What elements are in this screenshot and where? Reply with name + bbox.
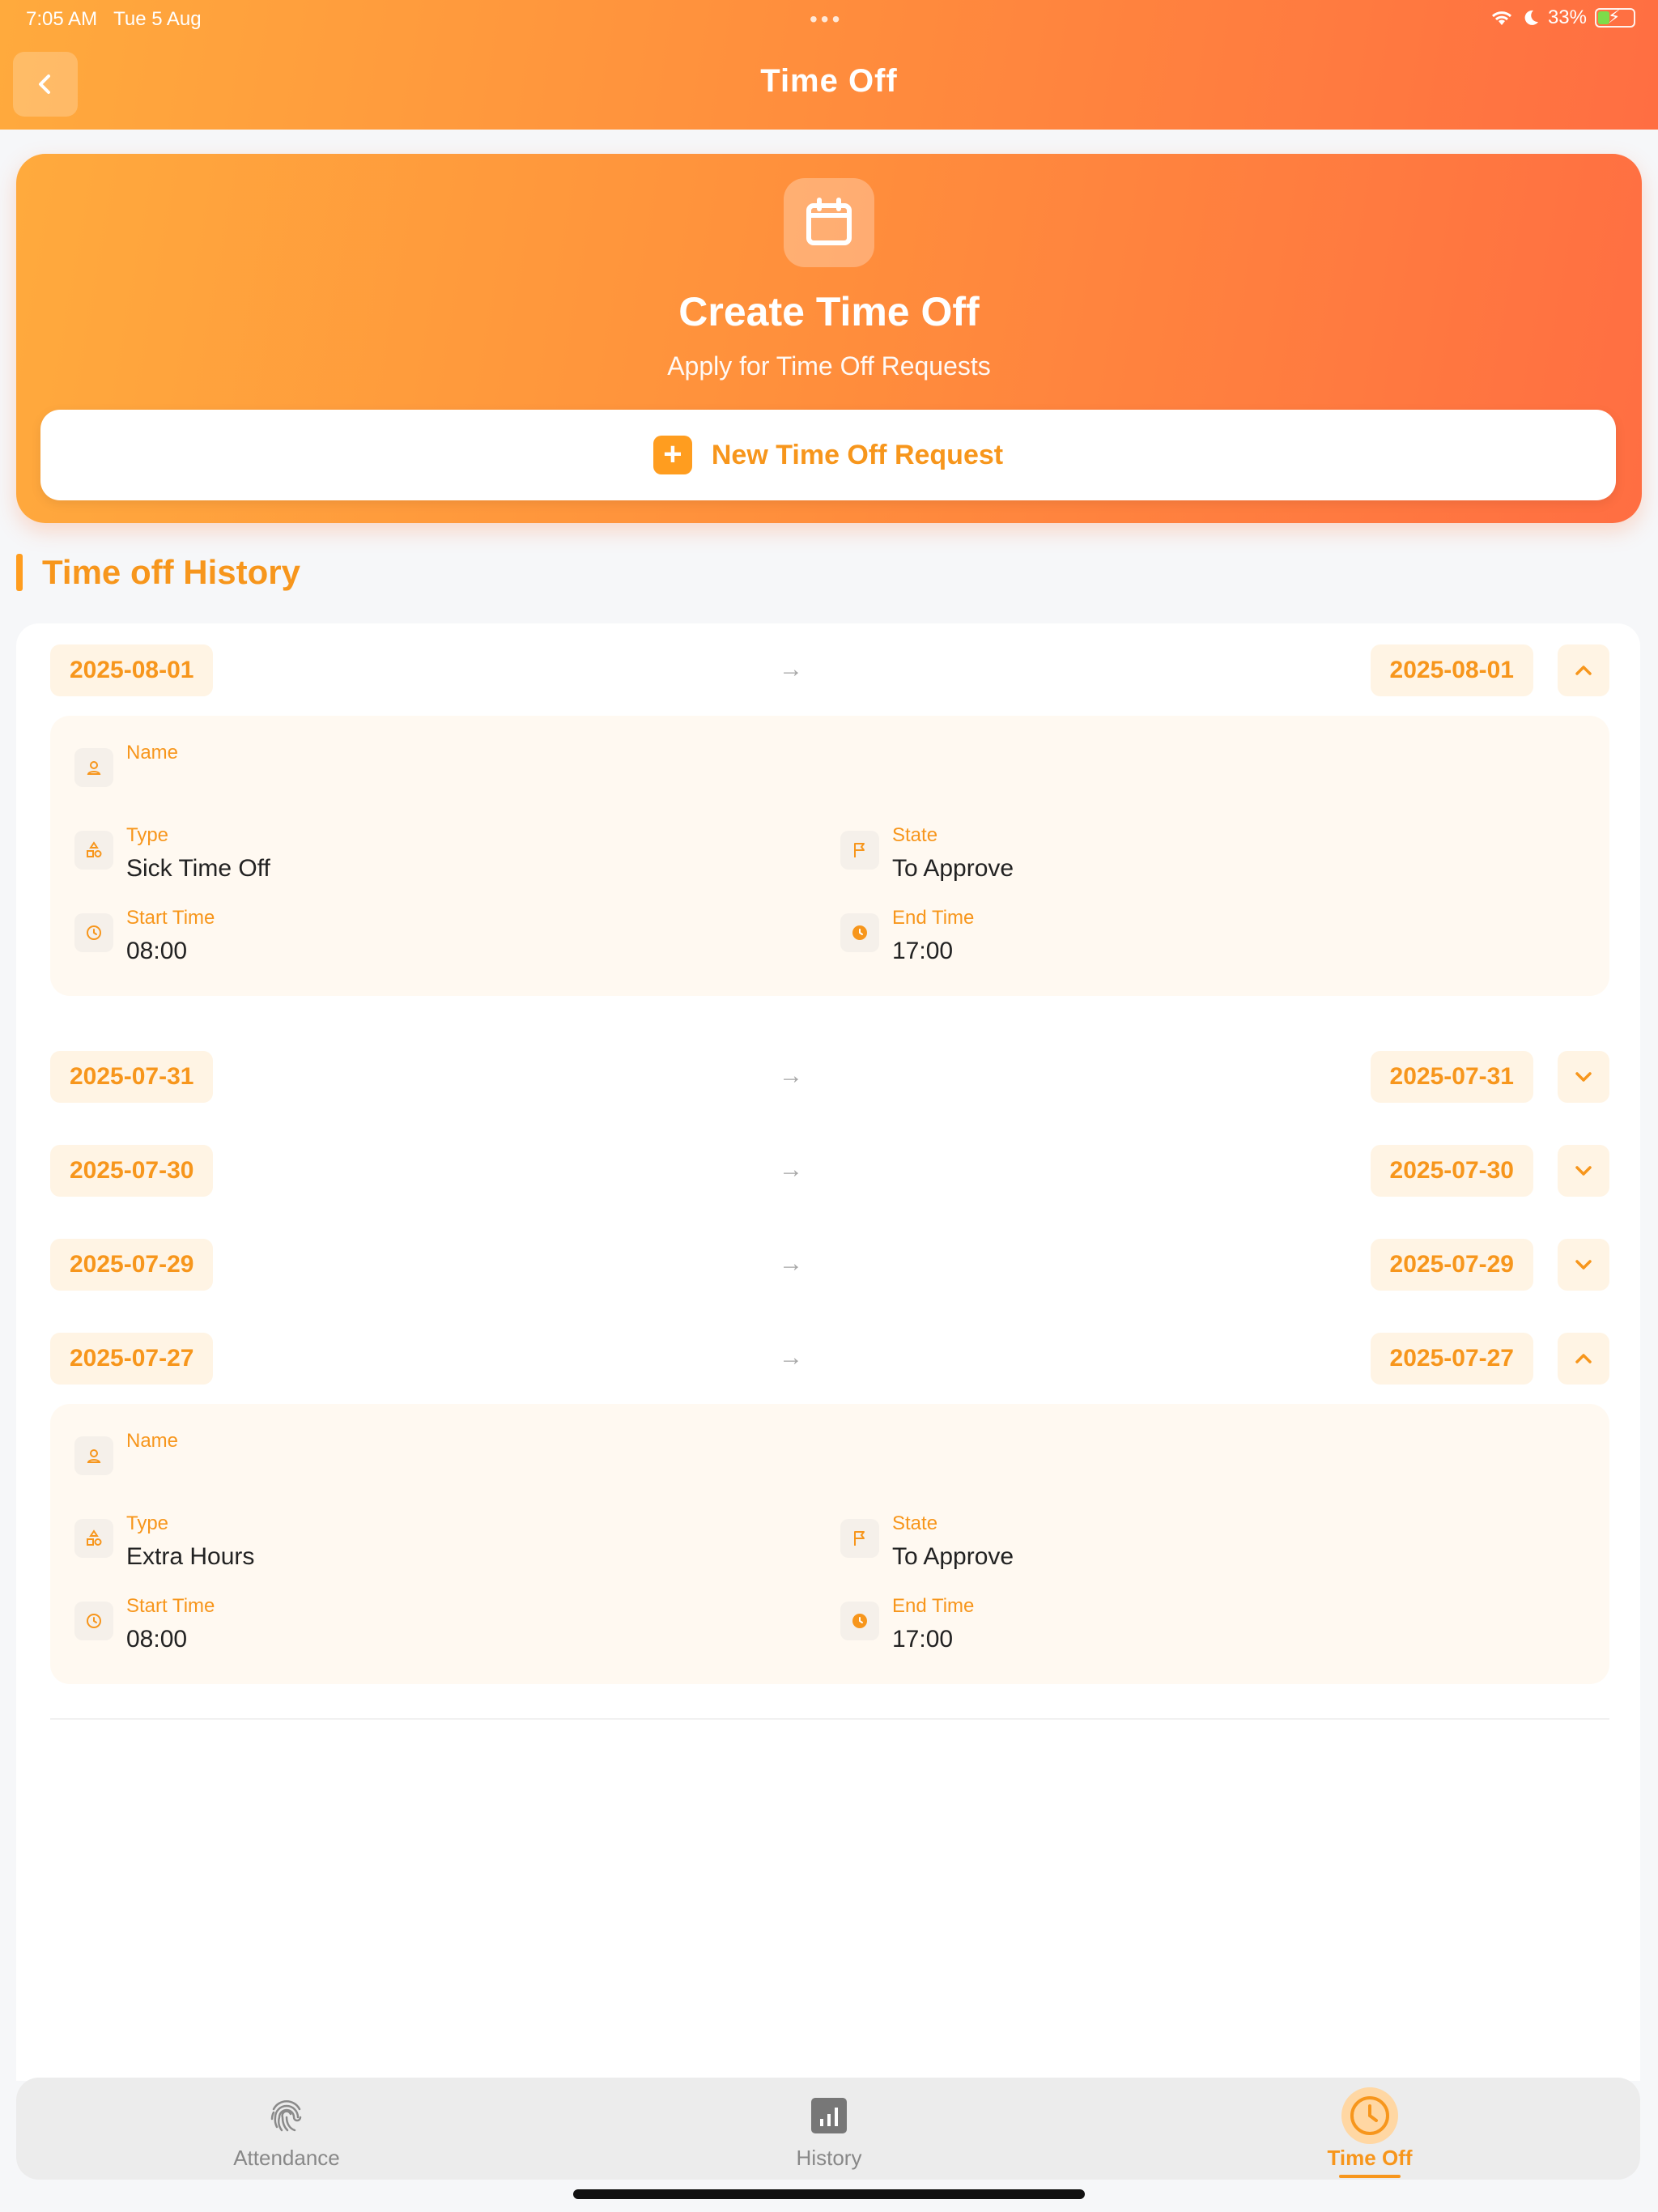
expand-button[interactable] — [1558, 1239, 1609, 1291]
home-indicator[interactable] — [573, 2189, 1085, 2199]
create-title: Create Time Off — [678, 289, 980, 334]
nav-time-off[interactable]: Time Off — [1248, 2078, 1491, 2180]
start-date: 2025-08-01 — [50, 644, 214, 696]
shapes-icon — [74, 1519, 113, 1558]
list-end-divider — [50, 1718, 1609, 1720]
end-time-label: End Time — [892, 1595, 975, 1617]
expand-button[interactable] — [1558, 1051, 1609, 1103]
end-date: 2025-07-31 — [1370, 1051, 1533, 1103]
status-indicators: 33% ⚡ — [1490, 6, 1635, 29]
multitask-dots[interactable]: ••• — [810, 6, 843, 32]
time-off-screen: 7:05 AM Tue 5 Aug ••• 33% ⚡ Time Off Cre… — [0, 0, 1658, 2212]
battery-percent: 33% — [1547, 6, 1587, 28]
history-entry-header[interactable]: 2025-07-29 → 2025-07-29 — [50, 1239, 1609, 1291]
chevron-up-icon — [1575, 666, 1592, 675]
state-label: State — [892, 1512, 938, 1534]
start-date: 2025-07-27 — [50, 1333, 214, 1385]
clock-outline-icon — [74, 913, 113, 952]
app-header: 7:05 AM Tue 5 Aug ••• 33% ⚡ Time Off — [0, 0, 1658, 130]
history-entry-header[interactable]: 2025-07-27 → 2025-07-27 — [50, 1333, 1609, 1385]
status-time-date: 7:05 AM Tue 5 Aug — [26, 8, 202, 30]
nav-attendance[interactable]: Attendance — [165, 2078, 408, 2180]
chevron-up-icon — [1575, 1354, 1592, 1363]
section-accent-bar — [16, 554, 23, 591]
type-value: Extra Hours — [126, 1543, 255, 1570]
start-time-value: 08:00 — [126, 938, 188, 964]
type-value: Sick Time Off — [126, 855, 270, 882]
user-icon — [74, 748, 113, 787]
type-label: Type — [126, 824, 169, 846]
active-tab-indicator — [1339, 2175, 1401, 2178]
arrow-icon: → — [779, 1344, 803, 1371]
new-request-label: New Time Off Request — [711, 439, 1004, 470]
name-label: Name — [126, 742, 179, 764]
end-time-value: 17:00 — [892, 938, 954, 964]
history-entry-details: Name Type Extra Hours State To Approve S… — [50, 1404, 1609, 1684]
end-time-label: End Time — [892, 907, 975, 929]
bottom-nav: Attendance History Time Off — [16, 2078, 1640, 2180]
history-list: 2025-08-01 → 2025-08-01 Name Type Sick T… — [16, 623, 1640, 2081]
history-title: Time off History — [42, 553, 300, 591]
shapes-icon — [74, 831, 113, 870]
end-date: 2025-08-01 — [1370, 644, 1533, 696]
chevron-down-icon — [1575, 1260, 1592, 1270]
name-label: Name — [126, 1430, 179, 1452]
history-entry-header[interactable]: 2025-07-30 → 2025-07-30 — [50, 1145, 1609, 1197]
nav-label: History — [796, 2146, 862, 2170]
fingerprint-icon — [254, 2089, 319, 2142]
calendar-icon — [784, 178, 874, 267]
new-time-off-request-button[interactable]: + New Time Off Request — [40, 410, 1616, 500]
end-time-value: 17:00 — [892, 1626, 954, 1653]
state-value: To Approve — [892, 1543, 1014, 1570]
flag-icon — [840, 831, 879, 870]
nav-label: Time Off — [1327, 2146, 1413, 2170]
chevron-down-icon — [1575, 1072, 1592, 1082]
moon-icon — [1524, 10, 1538, 25]
expand-button[interactable] — [1558, 1145, 1609, 1197]
section-heading: Time off History — [16, 553, 300, 591]
wifi-icon — [1491, 11, 1511, 25]
bar-chart-icon — [797, 2089, 861, 2142]
clock-filled-icon — [840, 913, 879, 952]
arrow-icon: → — [779, 656, 803, 683]
arrow-icon: → — [779, 1062, 803, 1089]
chevron-down-icon — [1575, 1166, 1592, 1176]
history-entry-header[interactable]: 2025-07-31 → 2025-07-31 — [50, 1051, 1609, 1103]
collapse-button[interactable] — [1558, 644, 1609, 696]
create-subtitle: Apply for Time Off Requests — [667, 351, 991, 381]
clock-icon — [1337, 2087, 1402, 2144]
start-time-label: Start Time — [126, 1595, 215, 1617]
start-date: 2025-07-29 — [50, 1239, 214, 1291]
flag-icon — [840, 1519, 879, 1558]
end-date: 2025-07-30 — [1370, 1145, 1533, 1197]
end-date: 2025-07-29 — [1370, 1239, 1533, 1291]
state-label: State — [892, 824, 938, 846]
status-bar: 7:05 AM Tue 5 Aug ••• 33% ⚡ — [0, 0, 1658, 39]
start-time-label: Start Time — [126, 907, 215, 929]
clock-outline-icon — [74, 1602, 113, 1640]
type-label: Type — [126, 1512, 169, 1534]
state-value: To Approve — [892, 855, 1014, 882]
page-title: Time Off — [760, 63, 898, 99]
clock-filled-icon — [840, 1602, 879, 1640]
start-date: 2025-07-31 — [50, 1051, 214, 1103]
arrow-icon: → — [779, 1250, 803, 1277]
nav-history[interactable]: History — [708, 2078, 950, 2180]
arrow-icon: → — [779, 1156, 803, 1183]
plus-icon: + — [653, 436, 692, 474]
collapse-button[interactable] — [1558, 1333, 1609, 1385]
user-icon — [74, 1436, 113, 1475]
start-date: 2025-07-30 — [50, 1145, 214, 1197]
nav-label: Attendance — [233, 2146, 340, 2170]
history-entry-details: Name Type Sick Time Off State To Approve… — [50, 716, 1609, 996]
battery-icon: ⚡ — [1595, 6, 1635, 28]
end-date: 2025-07-27 — [1370, 1333, 1533, 1385]
create-time-off-card: Create Time Off Apply for Time Off Reque… — [16, 154, 1642, 523]
history-entry-header[interactable]: 2025-08-01 → 2025-08-01 — [50, 644, 1609, 696]
start-time-value: 08:00 — [126, 1626, 188, 1653]
